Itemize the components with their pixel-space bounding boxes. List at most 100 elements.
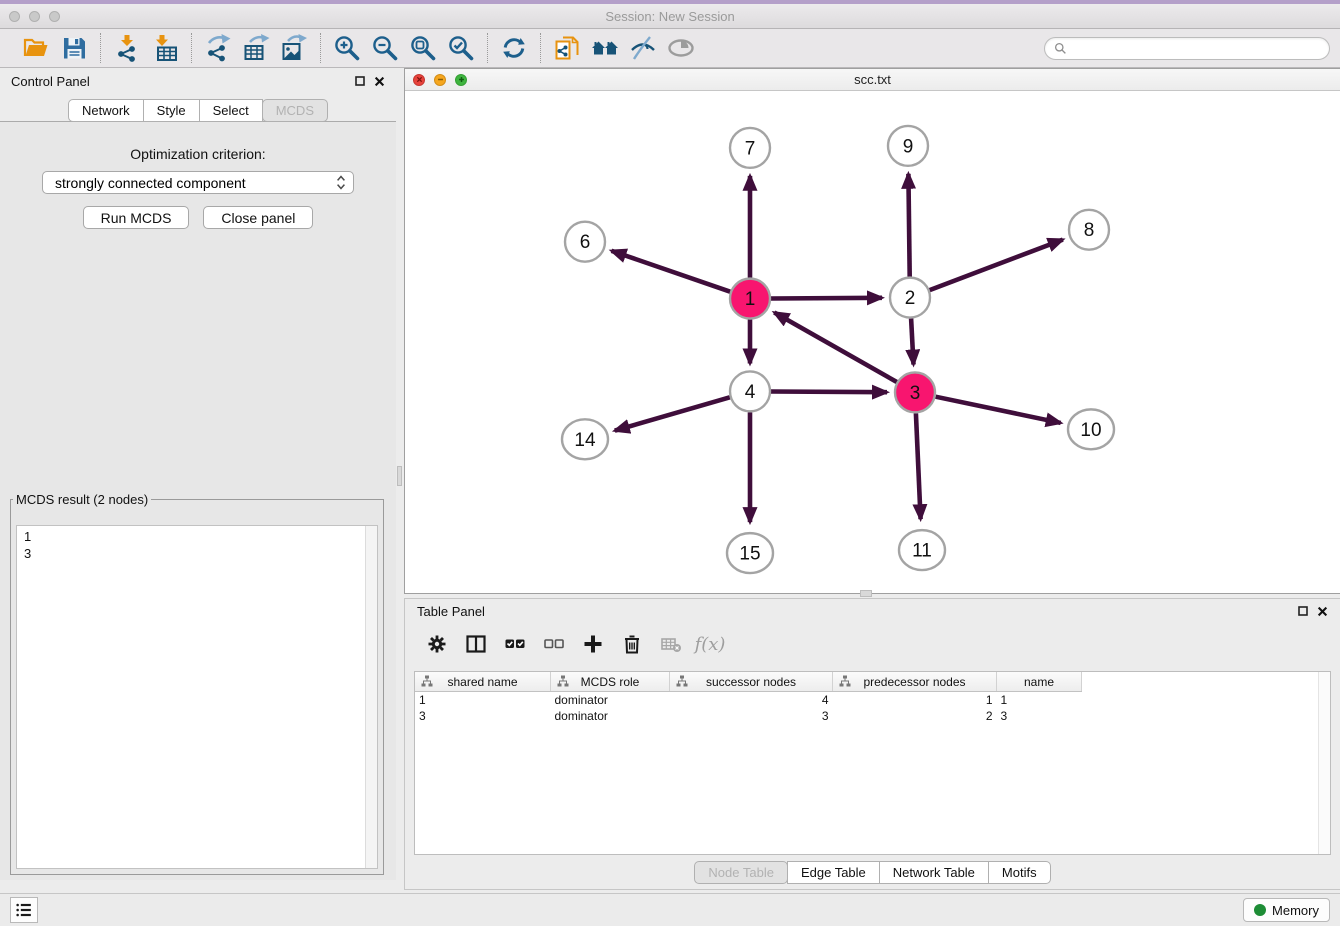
table-row[interactable]: 1dominator411 [415,692,1082,709]
home-icon[interactable] [590,33,620,63]
graph-node-8[interactable]: 8 [1069,210,1109,250]
graph-edge-3-11[interactable] [916,413,921,519]
table-cell[interactable]: 3 [415,708,551,724]
column-header-MCDS-role[interactable]: MCDS role [551,672,670,692]
column-header-name[interactable]: name [997,672,1082,692]
clone-network-icon[interactable] [552,33,582,63]
table-settings-icon[interactable] [425,632,449,656]
refresh-view-icon[interactable] [499,33,529,63]
table-cell[interactable]: 1 [833,692,997,709]
table-toolbar: f(x) [405,623,1340,665]
import-network-icon[interactable] [112,33,142,63]
search-input[interactable] [1072,40,1320,57]
table-cell[interactable]: dominator [551,708,670,724]
close-panel-icon[interactable] [374,76,385,87]
search-box [1044,37,1330,60]
window-minimize-icon[interactable] [29,11,40,22]
graph-edge-4-3[interactable] [771,392,887,393]
tab-network-table[interactable]: Network Table [879,861,989,884]
graph-edge-1-2[interactable] [771,298,882,299]
network-minimize-icon[interactable] [434,74,446,86]
network-canvas[interactable]: 7 9 6 8 1 2 4 3 14 10 15 11 [405,91,1340,593]
network-title: scc.txt [405,72,1340,87]
graph-node-1[interactable]: 1 [730,279,770,319]
column-header-successor-nodes[interactable]: successor nodes [670,672,833,692]
open-file-icon[interactable] [21,33,51,63]
graph-node-9[interactable]: 9 [888,126,928,166]
export-image-icon[interactable] [279,33,309,63]
add-row-icon[interactable] [581,632,605,656]
tab-network[interactable]: Network [68,99,144,122]
graph-node-11[interactable]: 11 [899,530,945,570]
graph-node-7[interactable]: 7 [730,128,770,168]
graph-edge-3-1[interactable] [774,312,897,382]
network-maximize-icon[interactable] [455,74,467,86]
graph-node-10[interactable]: 10 [1068,409,1114,449]
close-panel-icon[interactable] [1317,606,1328,617]
divider-grip-icon[interactable] [860,590,872,597]
split-view-icon[interactable] [464,632,488,656]
graph-edge-2-9[interactable] [908,174,909,277]
zoom-selected-icon[interactable] [446,33,476,63]
split-divider-horizontal[interactable] [404,594,1340,598]
tab-edge-table[interactable]: Edge Table [787,861,880,884]
table-row[interactable]: 3dominator323 [415,708,1082,724]
column-header-predecessor-nodes[interactable]: predecessor nodes [833,672,997,692]
divider-grip-icon[interactable] [397,466,402,486]
select-all-rows-icon[interactable] [503,632,527,656]
tab-style[interactable]: Style [143,99,200,122]
graph-edge-4-14[interactable] [615,397,730,430]
table-cell[interactable]: 4 [670,692,833,709]
graph-node-3[interactable]: 3 [895,372,935,412]
graph-edge-1-6[interactable] [612,251,731,292]
main-area: Control Panel NetworkStyleSelectMCDS Opt… [0,68,1340,893]
optimization-criterion-label: Optimization criterion: [0,146,396,162]
window-zoom-icon[interactable] [49,11,60,22]
hide-panels-icon[interactable] [628,33,658,63]
tab-motifs[interactable]: Motifs [988,861,1051,884]
memory-button[interactable]: Memory [1243,898,1330,922]
window-controls [0,11,60,22]
table-cell[interactable]: 3 [997,708,1082,724]
export-network-icon[interactable] [203,33,233,63]
column-type-icon [557,675,569,687]
tab-select[interactable]: Select [199,99,263,122]
graph-node-6[interactable]: 6 [565,222,605,262]
optimization-criterion-select[interactable]: strongly connected component [42,171,354,194]
table-cell[interactable]: 2 [833,708,997,724]
zoom-out-icon[interactable] [370,33,400,63]
save-session-icon[interactable] [59,33,89,63]
column-header-shared-name[interactable]: shared name [415,672,551,692]
import-table-icon[interactable] [150,33,180,63]
export-table-icon[interactable] [241,33,271,63]
float-panel-icon[interactable] [1298,606,1308,616]
network-close-icon[interactable] [413,74,425,86]
tab-node-table[interactable]: Node Table [694,861,788,884]
table-cell[interactable]: 3 [670,708,833,724]
mcds-result-text[interactable]: 13 [16,525,378,869]
float-panel-icon[interactable] [355,76,365,86]
window-titlebar: Session: New Session [0,4,1340,29]
zoom-in-icon[interactable] [332,33,362,63]
graph-node-4[interactable]: 4 [730,371,770,411]
show-preview-icon [666,33,696,63]
task-history-button[interactable] [10,897,38,923]
table-cell[interactable]: 1 [997,692,1082,709]
table-cell[interactable]: 1 [415,692,551,709]
run-mcds-button[interactable]: Run MCDS [83,206,190,229]
split-divider-vertical[interactable] [396,68,404,893]
graph-edge-2-8[interactable] [930,240,1063,290]
delete-row-icon[interactable] [620,632,644,656]
graph-edge-3-10[interactable] [936,397,1061,423]
table-cell[interactable]: dominator [551,692,670,709]
graph-node-2[interactable]: 2 [890,278,930,318]
graph-node-14[interactable]: 14 [562,419,608,459]
main-toolbar [0,29,1340,68]
zoom-fit-icon[interactable] [408,33,438,63]
graph-node-15[interactable]: 15 [727,533,773,573]
window-close-icon[interactable] [9,11,20,22]
tab-mcds[interactable]: MCDS [262,99,328,122]
close-panel-button[interactable]: Close panel [203,206,313,229]
graph-edge-2-3[interactable] [911,319,913,365]
deselect-all-rows-icon[interactable] [542,632,566,656]
